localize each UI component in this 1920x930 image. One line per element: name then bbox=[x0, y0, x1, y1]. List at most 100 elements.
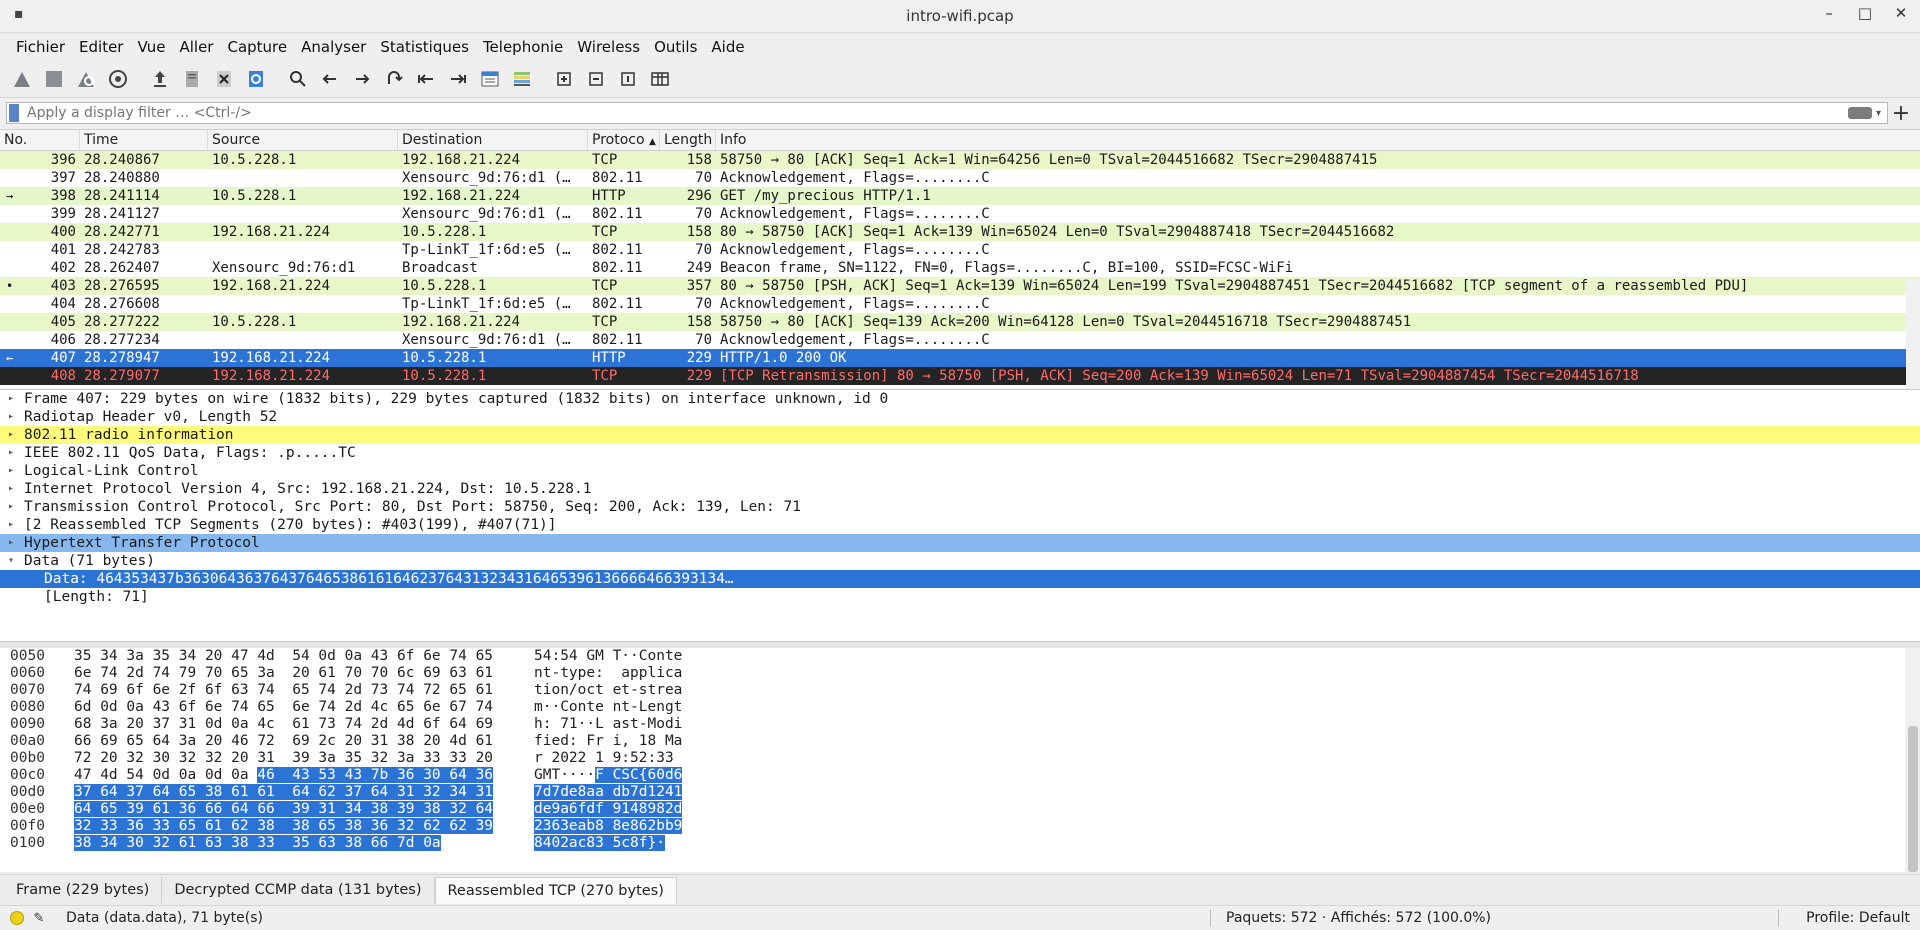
hex-ascii[interactable]: de9a6fdf 9148982d bbox=[534, 801, 734, 818]
start-capture-icon[interactable] bbox=[8, 65, 36, 93]
packet-row[interactable]: → 398 28.241114 10.5.228.1 192.168.21.224 HTT… bbox=[0, 187, 1920, 205]
hex-bytes[interactable]: 35 34 3a 35 34 20 47 4d 54 0d 0a 43 6f 6… bbox=[74, 648, 534, 665]
hex-bytes[interactable]: 6e 74 2d 74 79 70 65 3a 20 61 70 70 6c 6… bbox=[74, 665, 534, 682]
menu-capture[interactable]: Capture bbox=[221, 36, 293, 58]
expanded-arrow-icon[interactable]: ▾ bbox=[8, 552, 14, 570]
go-back-icon[interactable] bbox=[316, 65, 344, 93]
filter-bookmark-icon[interactable] bbox=[9, 104, 19, 122]
save-file-icon[interactable] bbox=[178, 65, 206, 93]
detail-tree-item[interactable]: ▸ Transmission Control Protocol, Src Port… bbox=[0, 498, 1920, 516]
find-packet-icon[interactable] bbox=[284, 65, 312, 93]
packet-row[interactable]: 400 28.242771 192.168.21.224 10.5.228.1 TCP 1… bbox=[0, 223, 1920, 241]
hex-ascii[interactable]: 7d7de8aa db7d1241 bbox=[534, 784, 734, 801]
collapsed-arrow-icon[interactable]: ▸ bbox=[8, 534, 14, 552]
column-destination[interactable]: Destination bbox=[398, 130, 588, 150]
collapsed-arrow-icon[interactable]: ▸ bbox=[8, 426, 14, 444]
go-to-packet-icon[interactable] bbox=[380, 65, 408, 93]
detail-tree-item[interactable]: ▸ Frame 407: 229 bytes on wire (1832 bits… bbox=[0, 390, 1920, 408]
add-filter-button-icon[interactable]: + bbox=[1888, 101, 1914, 126]
menu-aide[interactable]: Aide bbox=[705, 36, 750, 58]
display-filter-input[interactable] bbox=[25, 104, 1848, 122]
detail-tree-item[interactable]: ▸ Logical-Link Control bbox=[0, 462, 1920, 480]
hex-ascii[interactable]: m··Conte nt-Lengt bbox=[534, 699, 734, 716]
collapsed-arrow-icon[interactable]: ▸ bbox=[8, 480, 14, 498]
collapsed-arrow-icon[interactable]: ▸ bbox=[8, 390, 14, 408]
resize-columns-icon[interactable] bbox=[646, 65, 674, 93]
column-info[interactable]: Info bbox=[716, 130, 1920, 150]
collapsed-arrow-icon[interactable]: ▸ bbox=[8, 408, 14, 426]
packet-row[interactable]: 399 28.241127 Xensourc_9d:76:d1 (… 802.11 70… bbox=[0, 205, 1920, 223]
menu-telephonie[interactable]: Telephonie bbox=[477, 36, 569, 58]
bytes-scrollbar-thumb[interactable] bbox=[1908, 726, 1918, 872]
zoom-out-icon[interactable] bbox=[582, 65, 610, 93]
expert-info-icon[interactable] bbox=[10, 911, 24, 925]
detail-tree-item[interactable]: ▸ Internet Protocol Version 4, Src: 192.1… bbox=[0, 480, 1920, 498]
packet-row[interactable]: 406 28.277234 Xensourc_9d:76:d1 (… 802.11 70… bbox=[0, 331, 1920, 349]
detail-tree-item[interactable]: [Length: 71] bbox=[0, 588, 1920, 606]
packet-row[interactable]: ← 407 28.278947 192.168.21.224 10.5.228.1 HTT… bbox=[0, 349, 1920, 367]
filter-dropdown-icon[interactable]: ▾ bbox=[1876, 108, 1881, 119]
menu-vue[interactable]: Vue bbox=[131, 36, 171, 58]
hex-bytes[interactable]: 32 33 36 33 65 61 62 38 38 65 38 36 32 6… bbox=[74, 818, 534, 835]
hex-ascii[interactable]: GMT····F CSC{60d6 bbox=[534, 767, 734, 784]
detail-tree-item[interactable]: ▸ IEEE 802.11 QoS Data, Flags: .p.....TC bbox=[0, 444, 1920, 462]
tab-decrypted-ccmp[interactable]: Decrypted CCMP data (131 bytes) bbox=[162, 877, 435, 903]
colorize-icon[interactable] bbox=[508, 65, 536, 93]
hex-bytes[interactable]: 37 64 37 64 65 38 61 61 64 62 37 64 31 3… bbox=[74, 784, 534, 801]
reload-file-icon[interactable] bbox=[242, 65, 270, 93]
first-packet-icon[interactable] bbox=[412, 65, 440, 93]
packet-row[interactable]: 401 28.242783 Tp-LinkT_1f:6d:e5 (… 802.11 70… bbox=[0, 241, 1920, 259]
collapsed-arrow-icon[interactable]: ▸ bbox=[8, 462, 14, 480]
packet-row[interactable]: 404 28.276608 Tp-LinkT_1f:6d:e5 (… 802.11 70… bbox=[0, 295, 1920, 313]
stop-capture-icon[interactable] bbox=[40, 65, 68, 93]
packet-row[interactable]: 402 28.262407 Xensourc_9d:76:d1 Broadcast 80… bbox=[0, 259, 1920, 277]
column-no[interactable]: No. bbox=[0, 130, 80, 150]
menu-analyser[interactable]: Analyser bbox=[295, 36, 372, 58]
open-file-icon[interactable] bbox=[146, 65, 174, 93]
menu-statistiques[interactable]: Statistiques bbox=[374, 36, 475, 58]
collapsed-arrow-icon[interactable]: ▸ bbox=[8, 498, 14, 516]
hex-bytes[interactable]: 6d 0d 0a 43 6f 6e 74 65 6e 74 2d 4c 65 6… bbox=[74, 699, 534, 716]
hex-bytes[interactable]: 68 3a 20 37 31 0d 0a 4c 61 73 74 2d 4d 6… bbox=[74, 716, 534, 733]
capture-options-icon[interactable] bbox=[104, 65, 132, 93]
detail-tree-item[interactable]: ▸ [2 Reassembled TCP Segments (270 bytes)… bbox=[0, 516, 1920, 534]
hex-bytes[interactable]: 64 65 39 61 36 66 64 66 39 31 34 38 39 3… bbox=[74, 801, 534, 818]
packet-row[interactable]: 396 28.240867 10.5.228.1 192.168.21.224 TCP 1… bbox=[0, 151, 1920, 169]
packet-row[interactable]: 408 28.279077 192.168.21.224 10.5.228.1 TCP 2… bbox=[0, 367, 1920, 385]
collapsed-arrow-icon[interactable]: ▸ bbox=[8, 444, 14, 462]
column-length[interactable]: Length bbox=[660, 130, 716, 150]
hex-ascii[interactable]: r 2022 1 9:52:33 bbox=[534, 750, 734, 767]
hex-ascii[interactable]: tion/oct et-strea bbox=[534, 682, 734, 699]
menu-outils[interactable]: Outils bbox=[648, 36, 703, 58]
detail-tree-item[interactable]: ▾ Data (71 bytes) bbox=[0, 552, 1920, 570]
detail-tree-item[interactable]: Data: 464353437b363064363764376465386161… bbox=[0, 570, 1920, 588]
detail-tree-item[interactable]: ▸ Radiotap Header v0, Length 52 bbox=[0, 408, 1920, 426]
menu-aller[interactable]: Aller bbox=[173, 36, 219, 58]
menu-wireless[interactable]: Wireless bbox=[571, 36, 646, 58]
maximize-button[interactable]: □ bbox=[1854, 4, 1876, 22]
packet-row[interactable]: 397 28.240880 Xensourc_9d:76:d1 (… 802.11 70… bbox=[0, 169, 1920, 187]
detail-tree-item[interactable]: ▸ Hypertext Transfer Protocol bbox=[0, 534, 1920, 552]
column-source[interactable]: Source bbox=[208, 130, 398, 150]
hex-ascii[interactable]: 2363eab8 8e862bb9 bbox=[534, 818, 734, 835]
hex-bytes[interactable]: 47 4d 54 0d 0a 0d 0a 46 43 53 43 7b 36 3… bbox=[74, 767, 534, 784]
packet-row[interactable]: 405 28.277222 10.5.228.1 192.168.21.224 TCP 1… bbox=[0, 313, 1920, 331]
collapsed-arrow-icon[interactable]: ▸ bbox=[8, 516, 14, 534]
detail-tree-item[interactable]: ▸ 802.11 radio information bbox=[0, 426, 1920, 444]
column-time[interactable]: Time bbox=[80, 130, 208, 150]
hex-bytes[interactable]: 72 20 32 30 32 32 20 31 39 3a 35 32 3a 3… bbox=[74, 750, 534, 767]
apply-filter-icon[interactable] bbox=[1847, 107, 1872, 119]
hex-ascii[interactable]: nt-type: applica bbox=[534, 665, 734, 682]
restart-capture-icon[interactable] bbox=[72, 65, 100, 93]
last-packet-icon[interactable] bbox=[444, 65, 472, 93]
tab-frame[interactable]: Frame (229 bytes) bbox=[4, 877, 163, 903]
zoom-in-icon[interactable] bbox=[550, 65, 578, 93]
hex-bytes[interactable]: 38 34 30 32 61 63 38 33 35 63 38 66 7d 0… bbox=[74, 835, 534, 852]
status-profile[interactable]: Profile: Default bbox=[1806, 910, 1910, 926]
hex-bytes[interactable]: 74 69 6f 6e 2f 6f 63 74 65 74 2d 73 74 7… bbox=[74, 682, 534, 699]
column-protocol[interactable]: Protoco ▲ bbox=[588, 130, 660, 150]
packet-row[interactable]: • 403 28.276595 192.168.21.224 10.5.228.1 TCP… bbox=[0, 277, 1920, 295]
capture-comment-icon[interactable]: ✎ bbox=[32, 911, 46, 926]
close-button[interactable]: ✕ bbox=[1890, 4, 1912, 22]
window-menu-icon[interactable]: ▪ bbox=[14, 6, 24, 22]
